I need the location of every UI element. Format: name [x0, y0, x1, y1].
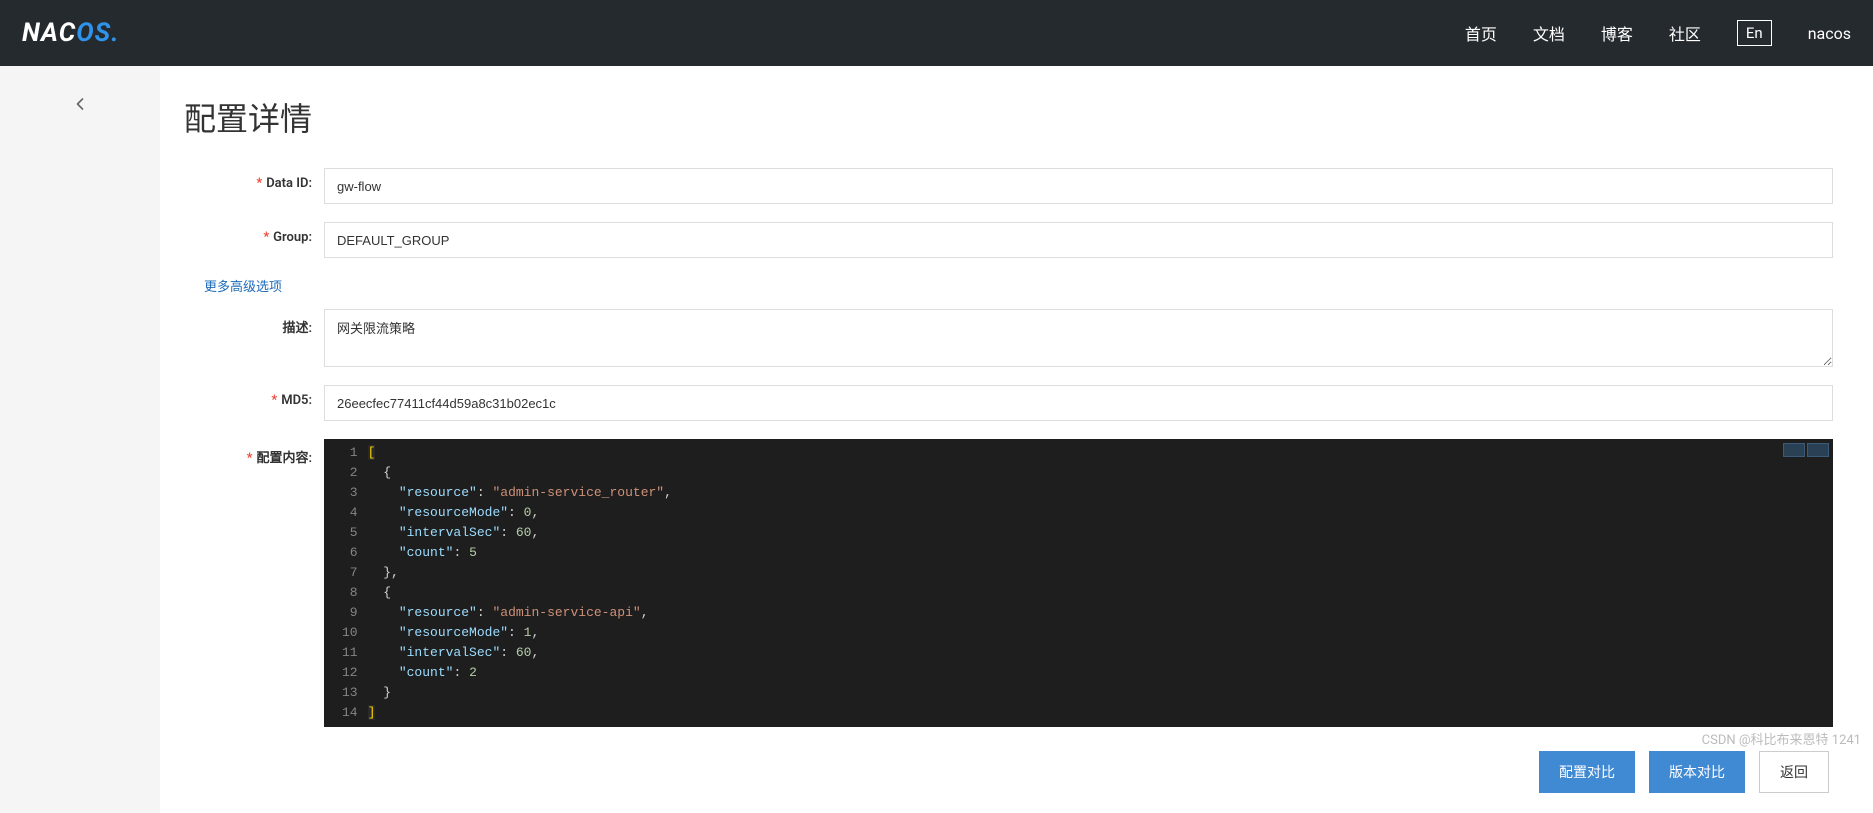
label-group: *Group: [184, 222, 324, 245]
version-compare-button[interactable]: 版本对比 [1649, 751, 1745, 793]
label-content: *配置内容: [184, 439, 324, 466]
required-star: * [256, 176, 262, 191]
line-gutter: 1234567891011121314 [324, 439, 368, 727]
nav-blog[interactable]: 博客 [1601, 21, 1633, 45]
required-star: * [271, 393, 277, 408]
nav-home[interactable]: 首页 [1465, 21, 1497, 45]
logo-text-1: NAC [22, 18, 76, 48]
label-md5: *MD5: [184, 385, 324, 408]
row-group: *Group: [184, 222, 1833, 258]
row-content: *配置内容: 1234567891011121314 [ { "resource… [184, 439, 1833, 727]
config-compare-button[interactable]: 配置对比 [1539, 751, 1635, 793]
code-editor[interactable]: 1234567891011121314 [ { "resource": "adm… [324, 439, 1833, 727]
back-button[interactable]: 返回 [1759, 751, 1829, 793]
page-title: 配置详情 [184, 94, 1833, 140]
label-data-id: *Data ID: [184, 168, 324, 191]
required-star: * [247, 451, 253, 466]
code-body: [ { "resource": "admin-service_router", … [368, 439, 1833, 727]
nav-links: 首页 文档 博客 社区 En nacos [1465, 20, 1851, 46]
watermark: CSDN @科比布来恩特 1241 [1702, 729, 1861, 748]
language-toggle[interactable]: En [1737, 20, 1772, 46]
top-nav: NACOS. 首页 文档 博客 社区 En nacos [0, 0, 1873, 66]
logo-dot: . [111, 18, 119, 48]
nav-product[interactable]: nacos [1808, 24, 1851, 43]
nav-community[interactable]: 社区 [1669, 21, 1701, 45]
content: 配置详情 *Data ID: *Group: 更多高级选项 描述: *MD5: [160, 66, 1873, 813]
nav-docs[interactable]: 文档 [1533, 21, 1565, 45]
button-row: 配置对比 版本对比 返回 [184, 751, 1833, 793]
editor-toolbar [1783, 443, 1829, 457]
row-data-id: *Data ID: [184, 168, 1833, 204]
required-star: * [263, 230, 269, 245]
data-id-input[interactable] [324, 168, 1833, 204]
sidebar [0, 66, 160, 813]
back-chevron-icon[interactable] [70, 94, 90, 114]
more-options-link[interactable]: 更多高级选项 [204, 276, 282, 295]
logo-text-2: OS [76, 18, 111, 48]
editor-tool-icon[interactable] [1807, 443, 1829, 457]
description-textarea[interactable] [324, 309, 1833, 367]
label-description: 描述: [184, 309, 324, 336]
group-input[interactable] [324, 222, 1833, 258]
editor-tool-icon[interactable] [1783, 443, 1805, 457]
row-description: 描述: [184, 309, 1833, 367]
logo: NACOS. [22, 18, 120, 48]
main-area: 配置详情 *Data ID: *Group: 更多高级选项 描述: *MD5: [0, 66, 1873, 813]
row-md5: *MD5: [184, 385, 1833, 421]
md5-input[interactable] [324, 385, 1833, 421]
